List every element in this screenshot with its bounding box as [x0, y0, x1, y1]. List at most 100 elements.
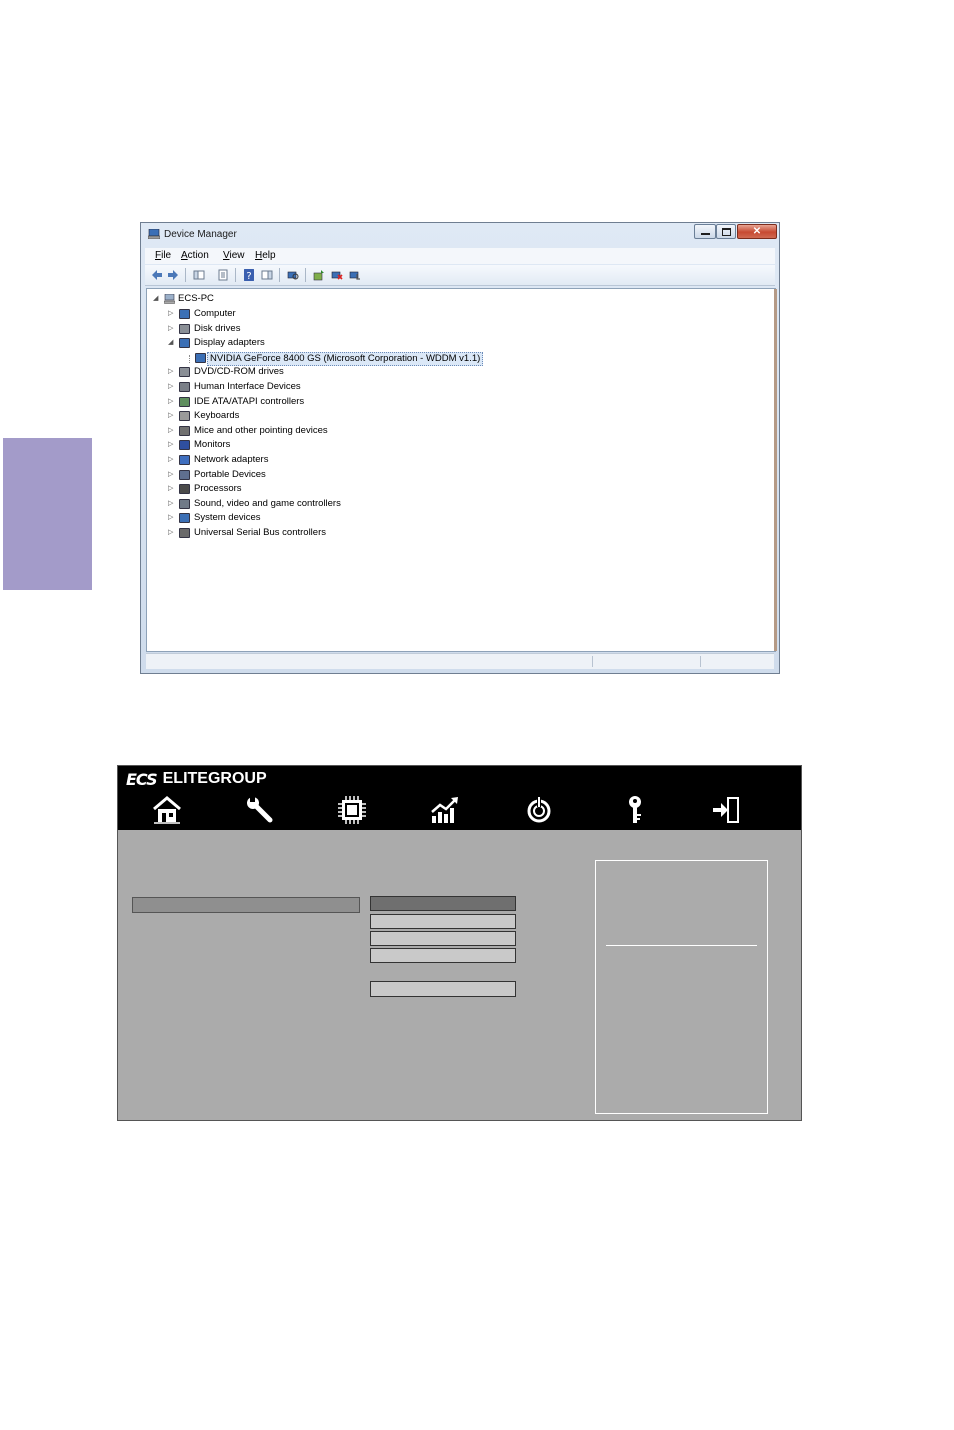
bios-header: ECS ELITEGROUP: [118, 766, 801, 830]
expand-arrow-icon[interactable]: ▷: [168, 322, 176, 336]
show-hide-tree-icon[interactable]: [193, 269, 205, 281]
keyboard-icon: [179, 411, 190, 422]
brand-name: ELITEGROUP: [162, 770, 267, 787]
dvd-drive-icon: [179, 367, 190, 378]
tree-item-label: Sound, video and game controllers: [194, 497, 341, 509]
tree-item-label: Disk drives: [194, 322, 241, 334]
device-tree[interactable]: ◢ ECS-PC ▷ Computer ▷ Disk drives ◢ Display a…: [146, 288, 776, 652]
tree-item-label: Processors: [194, 483, 242, 495]
collapse-arrow-icon[interactable]: ◢: [168, 336, 176, 350]
expand-arrow-icon[interactable]: ▷: [168, 511, 176, 525]
expand-arrow-icon[interactable]: ▷: [168, 307, 176, 321]
computer-icon: [179, 309, 190, 319]
disk-drive-icon: [179, 323, 190, 334]
tree-item-label: Universal Serial Bus controllers: [194, 527, 326, 538]
action-pane-icon[interactable]: [261, 269, 273, 281]
back-arrow-icon[interactable]: [151, 269, 163, 281]
toolbar-separator: [185, 268, 186, 282]
tree-root-label: ECS-PC: [178, 293, 214, 304]
tree-item-label: Human Interface Devices: [194, 381, 301, 392]
portable-device-icon: [179, 469, 190, 480]
setting-label-highlight[interactable]: [132, 897, 360, 913]
expand-arrow-icon[interactable]: ▷: [168, 526, 176, 540]
help-panel-divider: [606, 945, 757, 946]
sound-icon: [179, 498, 190, 509]
home-icon[interactable]: [151, 794, 183, 826]
chip-icon[interactable]: [336, 794, 368, 826]
scan-hardware-icon[interactable]: [287, 269, 299, 281]
tree-item-label: Portable Devices: [194, 468, 266, 480]
tree-item-label: System devices: [194, 512, 261, 524]
wrench-icon[interactable]: [244, 794, 276, 826]
ecs-logo-mark: ECS: [126, 769, 158, 789]
power-icon[interactable]: [523, 794, 555, 826]
collapse-arrow-icon[interactable]: ◢: [153, 292, 161, 306]
expand-arrow-icon[interactable]: ▷: [168, 438, 176, 452]
toolbar: ?: [145, 265, 775, 286]
ecs-logo: ECS ELITEGROUP: [126, 768, 267, 790]
tree-connector-line: [189, 355, 190, 363]
properties-icon[interactable]: [217, 269, 229, 281]
expand-arrow-icon[interactable]: ▷: [168, 497, 176, 511]
help-icon[interactable]: ?: [243, 269, 255, 281]
expand-arrow-icon[interactable]: ▷: [168, 482, 176, 496]
ide-controller-icon: [179, 396, 190, 407]
svg-text:?: ?: [246, 271, 251, 281]
display-device-icon: [195, 352, 206, 363]
expand-arrow-icon[interactable]: ▷: [168, 409, 176, 423]
display-adapter-icon: [179, 338, 190, 349]
tree-item-label: Display adapters: [194, 337, 265, 349]
update-driver-icon[interactable]: [313, 269, 325, 281]
expand-arrow-icon[interactable]: ▷: [168, 395, 176, 409]
window-title: Device Manager: [164, 229, 237, 240]
toolbar-separator: [279, 268, 280, 282]
tree-item-label: NVIDIA GeForce 8400 GS (Microsoft Corpor…: [207, 351, 484, 366]
performance-chart-icon[interactable]: [429, 794, 461, 826]
tree-item-label: Monitors: [194, 439, 231, 451]
monitor-icon: [179, 440, 190, 451]
tree-item-label: Keyboards: [194, 410, 240, 422]
menu-file[interactable]: File: [155, 250, 171, 261]
system-device-icon: [179, 513, 190, 524]
tree-item-label: DVD/CD-ROM drives: [194, 366, 284, 378]
setting-option-3[interactable]: [370, 931, 516, 946]
toolbar-separator: [235, 268, 236, 282]
tree-item-label: Computer: [194, 308, 236, 319]
network-adapter-icon: [179, 455, 190, 465]
setting-option-4[interactable]: [370, 948, 516, 963]
usb-icon: [179, 528, 190, 538]
status-bar: [146, 653, 774, 669]
expand-arrow-icon[interactable]: ▷: [168, 365, 176, 379]
key-icon[interactable]: [619, 794, 651, 826]
expand-arrow-icon[interactable]: ▷: [168, 380, 176, 394]
minimize-button[interactable]: [694, 224, 716, 239]
expand-arrow-icon[interactable]: ▷: [168, 453, 176, 467]
menu-view[interactable]: View: [223, 250, 245, 261]
maximize-button[interactable]: [716, 224, 736, 239]
tree-item-label: IDE ATA/ATAPI controllers: [194, 395, 305, 407]
tree-item-label: Mice and other pointing devices: [194, 424, 328, 436]
expand-arrow-icon[interactable]: ▷: [168, 468, 176, 482]
close-button[interactable]: [737, 224, 777, 239]
disable-device-icon[interactable]: [349, 269, 361, 281]
uninstall-icon[interactable]: [331, 269, 343, 281]
window-edge-strip: [774, 289, 777, 651]
forward-arrow-icon[interactable]: [167, 269, 179, 281]
setting-option-1[interactable]: [370, 896, 516, 911]
menu-action[interactable]: Action: [181, 250, 209, 261]
status-separator: [700, 656, 701, 667]
side-tab-marker: [3, 438, 92, 590]
title-bar[interactable]: Device Manager: [141, 223, 779, 245]
setting-option-5[interactable]: [370, 981, 516, 997]
setting-option-2[interactable]: [370, 914, 516, 929]
expand-arrow-icon[interactable]: ▷: [168, 424, 176, 438]
exit-icon[interactable]: [711, 794, 743, 826]
mouse-icon: [179, 425, 190, 436]
bios-screen: ECS ELITEGROUP: [117, 765, 802, 1121]
help-info-panel: [595, 860, 768, 1114]
processor-icon: [179, 484, 190, 495]
tree-item-label: Network adapters: [194, 454, 269, 465]
computer-icon: [164, 294, 175, 304]
menu-help[interactable]: Help: [255, 250, 276, 261]
hid-icon: [179, 382, 190, 392]
